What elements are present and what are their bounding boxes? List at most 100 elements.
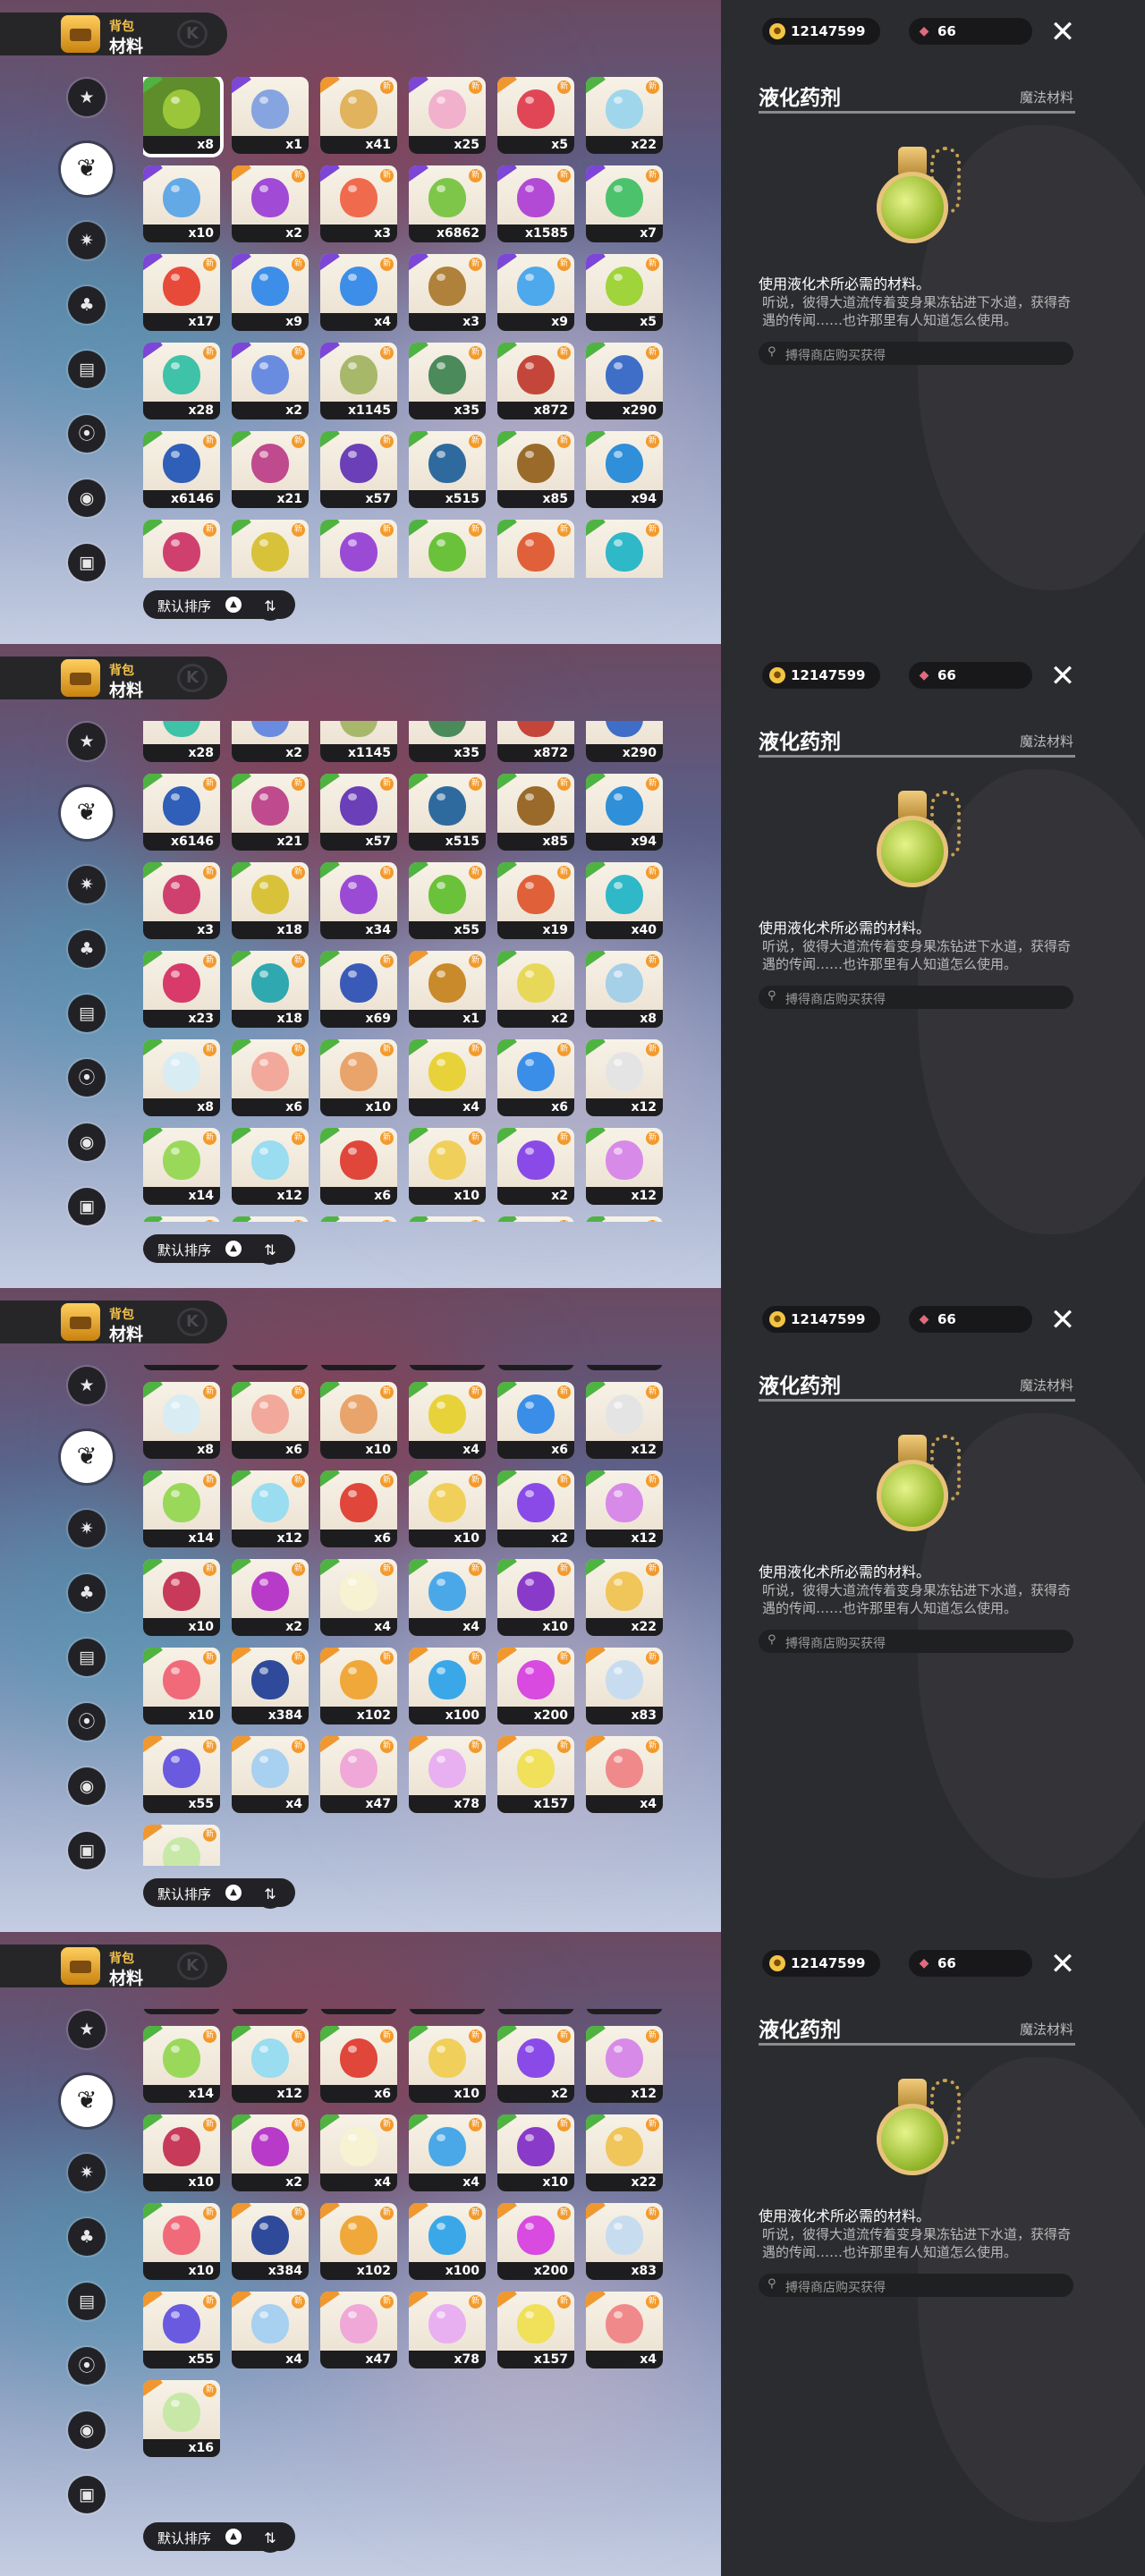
inventory-slot[interactable]: 新 x14 bbox=[143, 2026, 220, 2103]
inventory-slot[interactable]: 新x2 bbox=[232, 2114, 309, 2191]
close-icon[interactable]: ✕ bbox=[1045, 658, 1081, 694]
inventory-slot[interactable]: 新 x41 bbox=[320, 77, 397, 154]
inventory-slot[interactable]: 新 x1585 bbox=[497, 165, 574, 242]
inventory-slot[interactable]: 新 x6 bbox=[497, 1039, 574, 1116]
inventory-slot[interactable]: 新x10 bbox=[143, 1216, 220, 1222]
inventory-slot[interactable]: 新 x157 bbox=[497, 2292, 574, 2368]
inventory-slot[interactable]: 新x2 bbox=[232, 1216, 309, 1222]
inventory-slot[interactable]: 新 x21 bbox=[232, 774, 309, 851]
inventory-slot[interactable]: 新 x18 bbox=[232, 862, 309, 939]
inventory-slot[interactable]: 新x2 bbox=[232, 165, 309, 242]
sidebar-tree-category-icon[interactable]: ♣ bbox=[68, 1574, 106, 1612]
sidebar-gear-category-icon[interactable]: ✷ bbox=[68, 2154, 106, 2191]
inventory-slot[interactable]: 新x4 bbox=[320, 254, 397, 331]
inventory-slot[interactable]: 新x4 bbox=[409, 1039, 486, 1116]
item-grid-viewport[interactable]: 新x23新x18新x69新x1x2新x8新x8新x6新x10新x4新x6新x12… bbox=[143, 1365, 680, 1866]
inventory-slot[interactable]: 新x28 bbox=[143, 721, 220, 762]
close-icon[interactable]: ✕ bbox=[1045, 1946, 1081, 1982]
inventory-slot[interactable]: 新 x6 bbox=[232, 1382, 309, 1459]
inventory-slot[interactable]: 新 x384 bbox=[232, 2203, 309, 2280]
inventory-slot[interactable]: 新 x9 bbox=[497, 254, 574, 331]
sidebar-leaf-category-icon[interactable]: ❦ bbox=[61, 2075, 113, 2127]
inventory-slot[interactable]: 新x3 bbox=[409, 254, 486, 331]
sidebar-swirl-category-icon[interactable]: ⦿ bbox=[68, 2347, 106, 2385]
inventory-slot[interactable]: 新x19 bbox=[497, 520, 574, 578]
sidebar-swirl-category-icon[interactable]: ⦿ bbox=[68, 415, 106, 453]
inventory-slot[interactable]: 新x872 bbox=[497, 721, 574, 762]
inventory-slot[interactable]: 新 x102 bbox=[320, 1648, 397, 1724]
inventory-slot[interactable]: 新x10 bbox=[497, 1216, 574, 1222]
inventory-slot[interactable]: 新x12 bbox=[586, 2009, 663, 2014]
sidebar-star-category-icon[interactable]: ★ bbox=[68, 79, 106, 116]
inventory-slot[interactable]: x2 bbox=[497, 1365, 574, 1370]
inventory-slot[interactable]: 新x290 bbox=[586, 343, 663, 419]
inventory-slot[interactable]: 新x1145 bbox=[320, 721, 397, 762]
sidebar-leaf-category-icon[interactable]: ❦ bbox=[61, 1431, 113, 1483]
item-grid-viewport[interactable]: 新x8新x6新x10新x4新x6新x12新x14新x12新x6新x10新x2新x… bbox=[143, 2009, 680, 2510]
sidebar-acorn-category-icon[interactable]: ◉ bbox=[68, 2411, 106, 2449]
inventory-slot[interactable]: 新x12 bbox=[586, 1470, 663, 1547]
inventory-slot[interactable]: 新x10 bbox=[497, 2114, 574, 2191]
inventory-slot[interactable]: 新 x6 bbox=[320, 1470, 397, 1547]
inventory-slot[interactable]: 新x4 bbox=[409, 2114, 486, 2191]
inventory-slot[interactable]: 新x8 bbox=[586, 951, 663, 1028]
sidebar-leaf-category-icon[interactable]: ❦ bbox=[61, 143, 113, 195]
inventory-slot[interactable]: x1 bbox=[232, 77, 309, 154]
inventory-slot[interactable]: 新 x384 bbox=[232, 1648, 309, 1724]
inventory-slot[interactable]: 新x3 bbox=[143, 862, 220, 939]
inventory-slot[interactable]: 新x10 bbox=[320, 2009, 397, 2014]
sidebar-gear-category-icon[interactable]: ✷ bbox=[68, 222, 106, 259]
close-icon[interactable]: ✕ bbox=[1045, 14, 1081, 50]
inventory-slot[interactable]: 新x12 bbox=[586, 1039, 663, 1116]
inventory-slot[interactable]: 新x4 bbox=[409, 1559, 486, 1636]
inventory-slot[interactable]: 新x8 bbox=[143, 1382, 220, 1459]
inventory-slot[interactable]: 新x10 bbox=[143, 2114, 220, 2191]
sidebar-acorn-category-icon[interactable]: ◉ bbox=[68, 479, 106, 517]
inventory-slot[interactable]: x8 bbox=[143, 77, 220, 154]
sidebar-acorn-category-icon[interactable]: ◉ bbox=[68, 1123, 106, 1161]
inventory-slot[interactable]: 新x23 bbox=[143, 1365, 220, 1370]
inventory-slot[interactable]: 新x872 bbox=[497, 343, 574, 419]
sidebar-basket-category-icon[interactable]: ▤ bbox=[68, 2283, 106, 2320]
inventory-slot[interactable]: 新 x5 bbox=[497, 77, 574, 154]
inventory-slot[interactable]: 新 x1 bbox=[409, 951, 486, 1028]
inventory-slot[interactable]: 新 x17 bbox=[143, 254, 220, 331]
inventory-slot[interactable]: 新 x6 bbox=[497, 1382, 574, 1459]
inventory-slot[interactable]: 新 x5 bbox=[586, 254, 663, 331]
sidebar-leaf-category-icon[interactable]: ❦ bbox=[61, 787, 113, 839]
inventory-slot[interactable]: 新x22 bbox=[586, 1216, 663, 1222]
inventory-slot[interactable]: 新 x55 bbox=[409, 862, 486, 939]
inventory-slot[interactable]: 新 x83 bbox=[586, 2203, 663, 2280]
sidebar-chest-category-icon[interactable]: ▣ bbox=[68, 2476, 106, 2513]
inventory-slot[interactable]: 新x40 bbox=[586, 520, 663, 578]
inventory-slot[interactable]: 新x10 bbox=[409, 1128, 486, 1205]
sidebar-chest-category-icon[interactable]: ▣ bbox=[68, 1832, 106, 1869]
inventory-slot[interactable]: 新 x83 bbox=[586, 1648, 663, 1724]
sidebar-tree-category-icon[interactable]: ♣ bbox=[68, 2218, 106, 2256]
inventory-slot[interactable]: 新x8 bbox=[586, 1365, 663, 1370]
inventory-slot[interactable]: 新x16 bbox=[143, 2380, 220, 2457]
inventory-slot[interactable]: 新x3 bbox=[143, 520, 220, 578]
inventory-slot[interactable]: 新 x94 bbox=[586, 431, 663, 508]
inventory-slot[interactable]: 新x4 bbox=[586, 1736, 663, 1813]
inventory-slot[interactable]: 新x4 bbox=[232, 1736, 309, 1813]
inventory-slot[interactable]: 新 x78 bbox=[409, 1736, 486, 1813]
sort-order-toggle-icon[interactable]: ⇅ bbox=[256, 1880, 284, 1909]
sort-order-toggle-icon[interactable]: ⇅ bbox=[256, 2524, 284, 2553]
inventory-slot[interactable]: 新x4 bbox=[320, 1216, 397, 1222]
sidebar-swirl-category-icon[interactable]: ⦿ bbox=[68, 1703, 106, 1741]
inventory-slot[interactable]: 新 x200 bbox=[497, 1648, 574, 1724]
sort-order-toggle-icon[interactable]: ⇅ bbox=[256, 1236, 284, 1265]
inventory-slot[interactable]: 新x12 bbox=[232, 2026, 309, 2103]
inventory-slot[interactable]: x2 bbox=[497, 951, 574, 1028]
inventory-slot[interactable]: 新x16 bbox=[143, 1825, 220, 1866]
sidebar-star-category-icon[interactable]: ★ bbox=[68, 1367, 106, 1404]
inventory-slot[interactable]: 新x290 bbox=[586, 721, 663, 762]
inventory-slot[interactable]: 新x10 bbox=[320, 1039, 397, 1116]
inventory-slot[interactable]: 新x4 bbox=[232, 2292, 309, 2368]
item-grid-viewport[interactable]: 新x28新x2新x1145新x35新x872新x290新x6146新x21新x5… bbox=[143, 721, 680, 1222]
inventory-slot[interactable]: 新x2 bbox=[232, 1559, 309, 1636]
inventory-slot[interactable]: 新x40 bbox=[586, 862, 663, 939]
sidebar-swirl-category-icon[interactable]: ⦿ bbox=[68, 1059, 106, 1097]
inventory-slot[interactable]: 新 x200 bbox=[497, 2203, 574, 2280]
